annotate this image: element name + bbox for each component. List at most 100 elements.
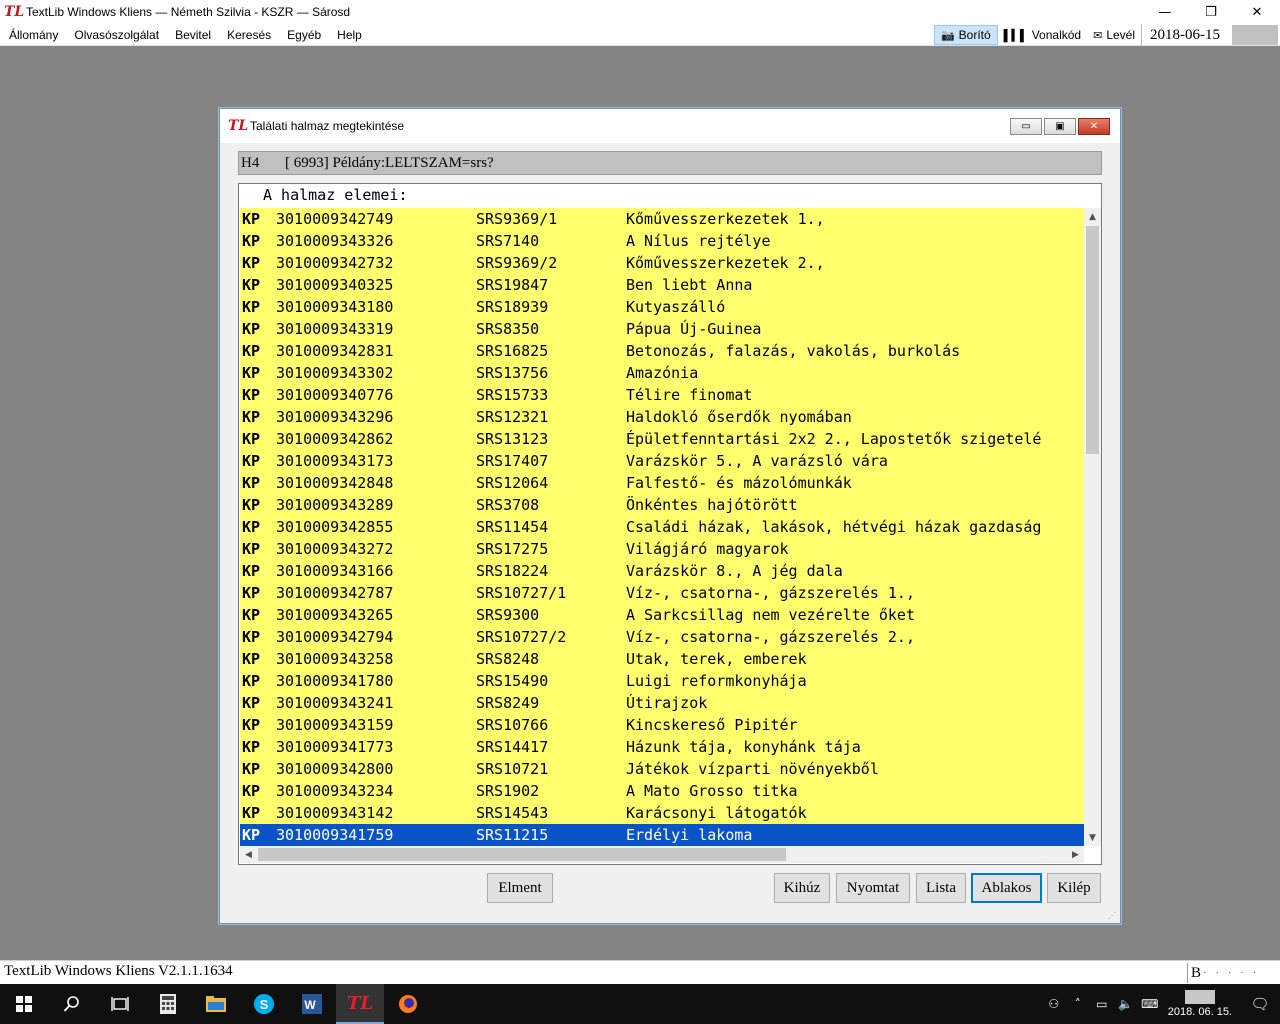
menu-olvasoszolgalat[interactable]: Olvasószolgálat — [74, 28, 159, 42]
scroll-left-icon[interactable]: ◀ — [240, 846, 257, 863]
remove-button[interactable]: Kihúz — [774, 873, 830, 903]
restore-button[interactable]: ❐ — [1188, 0, 1234, 24]
save-button[interactable]: Elment — [487, 873, 553, 903]
menu-bevitel[interactable]: Bevitel — [175, 28, 211, 42]
dialog-maximize-button[interactable]: ▣ — [1044, 118, 1076, 135]
list-item[interactable]: KP 3010009342732 SRS9369/2 Kőművesszerkezet… — [240, 252, 1084, 274]
skype-icon[interactable]: S — [240, 984, 288, 1024]
list-item[interactable]: KP 3010009342862 SRS13123 Épületfenntartási… — [240, 428, 1084, 450]
print-button[interactable]: Nyomtat — [836, 873, 910, 903]
menu-allomany[interactable]: Állomány — [9, 28, 58, 42]
list-item[interactable]: KP 3010009343319 SRS8350 Pápua Új-Guinea — [240, 318, 1084, 340]
chevron-up-icon[interactable]: ˄ — [1066, 997, 1090, 1011]
list-item[interactable]: KP 3010009343258 SRS8248 Utak, terek, ember… — [240, 648, 1084, 670]
scroll-up-icon[interactable]: ▲ — [1084, 208, 1101, 225]
list-item[interactable]: KP 3010009343166 SRS18224 Varázskör 8., A j… — [240, 560, 1084, 582]
volume-icon[interactable]: 🔈 — [1114, 997, 1138, 1011]
item-title: A Sarkcsillag nem vezérelte őket — [626, 606, 915, 624]
list-item[interactable]: KP 3010009342794 SRS10727/2 Víz-, csatorna-… — [240, 626, 1084, 648]
menu-kereses[interactable]: Keresés — [227, 28, 271, 42]
vertical-scrollbar[interactable]: ▲ ▼ — [1084, 208, 1101, 846]
list-item[interactable]: KP 3010009343289 SRS3708 Önkéntes hajótöröt… — [240, 494, 1084, 516]
close-button[interactable]: ✕ — [1234, 0, 1280, 24]
list-item[interactable]: KP 3010009340776 SRS15733 Télire finomat — [240, 384, 1084, 406]
resize-grip-icon[interactable]: ⋰ — [1108, 911, 1116, 920]
list-item[interactable]: KP 3010009343265 SRS9300 A Sarkcsillag nem … — [240, 604, 1084, 626]
item-signature: SRS18224 — [476, 562, 549, 580]
vonalkod-button[interactable]: ▌▍▌ Vonalkód — [998, 25, 1087, 45]
item-type: KP — [242, 276, 261, 294]
list-item[interactable]: KP 3010009341759 SRS11215 Erdélyi lakoma — [240, 824, 1084, 846]
file-explorer-icon[interactable] — [192, 984, 240, 1024]
calculator-icon[interactable] — [144, 984, 192, 1024]
item-type: KP — [242, 342, 261, 360]
svg-text:W: W — [304, 998, 316, 1012]
search-icon[interactable] — [48, 984, 96, 1024]
item-type: KP — [242, 562, 261, 580]
people-icon[interactable]: ⚇ — [1042, 997, 1066, 1011]
list-item[interactable]: KP 3010009343142 SRS14543 Karácsonyi látoga… — [240, 802, 1084, 824]
windows-start-icon[interactable] — [0, 984, 48, 1024]
list-item[interactable]: KP 3010009343241 SRS8249 Útirajzok — [240, 692, 1084, 714]
list-item[interactable]: KP 3010009343326 SRS7140 A Nílus rejtélye — [240, 230, 1084, 252]
item-type: KP — [242, 782, 261, 800]
exit-button[interactable]: Kilép — [1047, 873, 1101, 903]
list-item[interactable]: KP 3010009343272 SRS17275 Világjáró magyaro… — [240, 538, 1084, 560]
textlib-taskbar-icon[interactable]: TL — [336, 984, 384, 1024]
horizontal-scrollbar[interactable]: ◀ ▶ — [240, 846, 1084, 863]
list-button[interactable]: Lista — [916, 873, 966, 903]
word-icon[interactable]: W — [288, 984, 336, 1024]
item-barcode: 3010009340325 — [276, 276, 394, 294]
list-item[interactable]: KP 3010009343234 SRS1902 A Mato Grosso titk… — [240, 780, 1084, 802]
list-item[interactable]: KP 3010009342800 SRS10721 Játékok vízparti … — [240, 758, 1084, 780]
borito-button[interactable]: 📷 Borító — [933, 25, 998, 45]
list-item[interactable]: KP 3010009342831 SRS16825 Betonozás, falazá… — [240, 340, 1084, 362]
list-item[interactable]: KP 3010009343180 SRS18939 Kutyaszálló — [240, 296, 1084, 318]
clock-time-area — [1184, 990, 1215, 1004]
language-icon[interactable]: ⌨ — [1138, 997, 1162, 1011]
dialog-close-button[interactable]: ✕ — [1078, 118, 1110, 135]
horizontal-scroll-thumb[interactable] — [258, 848, 786, 861]
list-item[interactable]: KP 3010009343296 SRS12321 Haldokló őserdők … — [240, 406, 1084, 428]
item-type: KP — [242, 298, 261, 316]
firefox-icon[interactable] — [384, 984, 432, 1024]
item-signature: SRS10766 — [476, 716, 549, 734]
result-rows[interactable]: KP 3010009342749 SRS9369/1 Kőművesszerkezet… — [240, 208, 1084, 846]
item-signature: SRS13756 — [476, 364, 549, 382]
task-view-icon[interactable] — [96, 984, 144, 1024]
list-item[interactable]: KP 3010009341780 SRS15490 Luigi reformkonyh… — [240, 670, 1084, 692]
item-signature: SRS10727/1 — [476, 584, 567, 602]
item-title: Pápua Új-Guinea — [626, 320, 762, 338]
query-text: [ 6993] Példány:LELTSZAM=srs? — [285, 154, 494, 171]
item-type: KP — [242, 408, 261, 426]
list-item[interactable]: KP 3010009342787 SRS10727/1 Víz-, csatorna-… — [240, 582, 1084, 604]
list-item[interactable]: KP 3010009343159 SRS10766 Kincskereső Pipit… — [240, 714, 1084, 736]
dialog-titlebar[interactable]: TL Találati halmaz megtekintése ▭ ▣ ✕ — [220, 109, 1120, 143]
list-item[interactable]: KP 3010009342848 SRS12064 Falfestő- és mázo… — [240, 472, 1084, 494]
dialog-minimize-button[interactable]: ▭ — [1010, 118, 1042, 135]
query-bar: H4 [ 6993] Példány:LELTSZAM=srs? — [238, 151, 1102, 175]
textlib-logo-icon: TL — [228, 118, 249, 134]
menu-help[interactable]: Help — [337, 28, 362, 42]
item-title: Luigi reformkonyhája — [626, 672, 807, 690]
network-icon[interactable]: ▭ — [1090, 997, 1114, 1011]
item-title: Télire finomat — [626, 386, 753, 404]
clock[interactable]: 2018. 06. 15. — [1168, 990, 1232, 1018]
scroll-right-icon[interactable]: ▶ — [1067, 846, 1084, 863]
list-item[interactable]: KP 3010009340325 SRS19847 Ben liebt Anna — [240, 274, 1084, 296]
level-button[interactable]: ✉ Levél — [1087, 25, 1141, 45]
notification-icon[interactable]: 🗨 — [1240, 995, 1280, 1013]
menu-egyeb[interactable]: Egyéb — [287, 28, 321, 42]
list-item[interactable]: KP 3010009342855 SRS11454 Családi házak, la… — [240, 516, 1084, 538]
item-barcode: 3010009341759 — [276, 826, 394, 844]
item-signature: SRS3708 — [476, 496, 540, 514]
list-item[interactable]: KP 3010009343302 SRS13756 Amazónia — [240, 362, 1084, 384]
vertical-scroll-thumb[interactable] — [1086, 226, 1099, 454]
scroll-down-icon[interactable]: ▼ — [1084, 829, 1101, 846]
list-item[interactable]: KP 3010009341773 SRS14417 Házunk tája, kony… — [240, 736, 1084, 758]
list-item[interactable]: KP 3010009343173 SRS17407 Varázskör 5., A v… — [240, 450, 1084, 472]
list-item[interactable]: KP 3010009342749 SRS9369/1 Kőművesszerkezet… — [240, 208, 1084, 230]
item-barcode: 3010009342862 — [276, 430, 394, 448]
windowed-button[interactable]: Ablakos — [971, 873, 1042, 903]
minimize-button[interactable]: — — [1142, 0, 1188, 24]
